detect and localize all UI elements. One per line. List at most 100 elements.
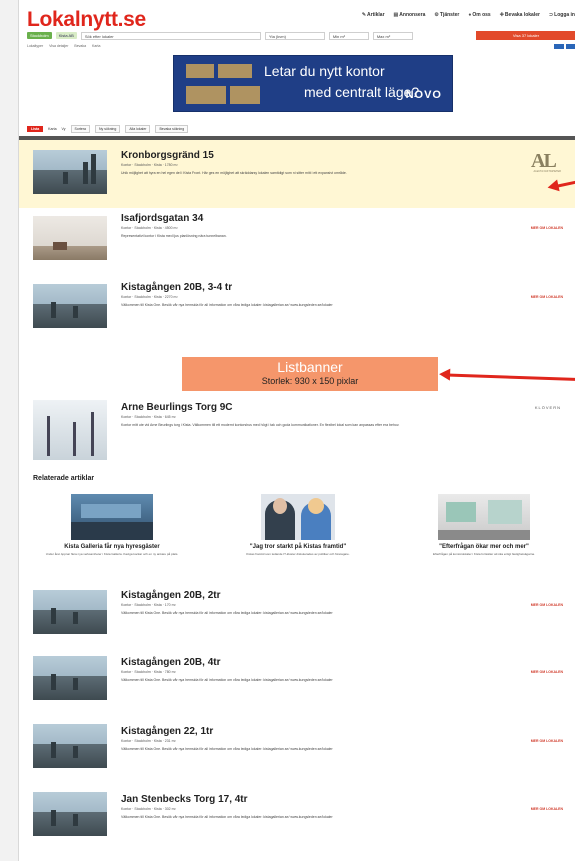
search-button[interactable]: Visa 37 lokaler [476,31,575,40]
related-articles-heading: Relaterade artiklar [33,475,95,482]
listing-title[interactable]: Jan Stenbecks Torg 17, 4tr [121,794,248,805]
listing-thumbnail [33,150,107,194]
listing-description: Välkommen till Kista One. Besök vår nya … [121,611,333,615]
language-flags [554,44,575,49]
search-tag-city[interactable]: Stockholm [27,32,52,39]
listing-description: Välkommen till Kista One. Besök vår nya … [121,747,333,751]
nav-item-about[interactable]: ●Om oss [468,12,490,18]
listing-title[interactable]: Kistagången 22, 1tr [121,726,213,737]
more-info-link[interactable]: MER OM LOKALEN [531,807,563,811]
listing-thumbnail [33,284,107,328]
more-info-link[interactable]: MER OM LOKALEN [531,226,563,230]
related-article-title[interactable]: "Efterfrågan ökar mer och mer" [399,544,569,550]
nav-item-articles[interactable]: ✎Artiklar [362,12,385,18]
listing-meta: Kontor · Stockholm · Kista · 1780 m² [121,163,178,167]
max-size-field[interactable]: Max m² [372,31,413,40]
related-article-title[interactable]: Kista Galleria får nya hyresgäster [27,544,197,550]
listing-thumbnail [33,724,107,768]
nav-item-watch[interactable]: ✚Bevaka lokaler [500,12,540,18]
list-view-button[interactable]: Lista [27,125,44,132]
ad-headline: Letar du nytt kontor [264,63,385,79]
watch-search-button[interactable]: Bevaka sökning [155,124,189,133]
ad-subheadline: med centralt läge? [304,84,420,100]
sub-nav: Lokaltyper Visa detaljer Bevaka Karta [27,44,575,49]
more-info-link[interactable]: MER OM LOKALEN [531,670,563,674]
new-search-button[interactable]: Ny sökning [95,124,121,133]
nav-item-advertise[interactable]: ▤Annonsera [394,12,426,18]
listing-title[interactable]: Kistagången 20B, 2tr [121,590,220,601]
related-article-excerpt: Under året öppnar flera nya verksamheter… [45,552,179,556]
listing-description: Kontor mitt ute vid Arne Beurlings torg … [121,423,400,427]
listing-meta: Kontor · Stockholm · Kista · 645 m² [121,415,176,419]
flag-icon[interactable] [566,44,575,49]
flag-icon[interactable] [554,44,564,49]
related-article-excerpt: Efterfrågan på kontorslokaler i Kista fo… [433,552,535,556]
map-view-button[interactable]: Karta [48,127,56,131]
listing-meta: Kontor · Stockholm · Kista · 231 m² [121,739,176,743]
related-article[interactable]: Kista Galleria får nya hyresgäster Under… [27,494,197,556]
sort-select[interactable]: Sortera [70,124,90,133]
subnav-item[interactable]: Visa detaljer [49,44,68,49]
listing-card[interactable] [19,394,575,464]
annotation-arrow-icon [447,373,575,381]
landlord-logo-subtitle: ALECTA FASTIGHETER [533,170,561,173]
top-nav: ✎Artiklar ▤Annonsera ⚙Tjänster ●Om oss ✚… [362,12,575,18]
related-article-excerpt: Kistas framtid som ledande IT-kluster di… [246,552,350,556]
listing-title[interactable]: Kistagången 20B, 4tr [121,657,220,668]
all-listings-button[interactable]: Alla lokaler [125,124,151,133]
search-input[interactable]: Sök efter lokaler [80,31,261,40]
related-article[interactable]: "Jag tror starkt på Kistas framtid" Kist… [213,494,383,556]
related-article-title[interactable]: "Jag tror starkt på Kistas framtid" [213,544,383,550]
listing-title[interactable]: Kistagången 20B, 3-4 tr [121,282,232,293]
search-tag-area[interactable]: Kista AB [55,32,77,39]
top-ad-banner[interactable]: Letar du nytt kontor med centralt läge? … [173,55,453,112]
page: Lokalnytt.se ✎Artiklar ▤Annonsera ⚙Tjäns… [18,0,575,861]
listbanner-title: Listbanner [277,359,343,375]
listing-title[interactable]: Kronborgsgränd 15 [121,150,214,161]
listing-meta: Kontor · Stockholm · Kista · 4500 m² [121,226,178,230]
ad-brand: NOVO [405,89,442,101]
view-button[interactable]: Vy [62,127,66,131]
listbanner-placeholder[interactable]: Listbanner Storlek: 930 x 150 pixlar [182,357,438,391]
listing-thumbnail [33,590,107,634]
listing-meta: Kontor · Stockholm · Kista · 170 m² [121,603,176,607]
listing-thumbnail [33,400,107,460]
listing-description: Representativt kontor i Kista med ljus p… [121,234,227,238]
listing-description: Unik möjlighet att hyra en hel egen del … [121,171,347,175]
listing-meta: Kontor · Stockholm · Kista · 780 m² [121,670,176,674]
listing-card[interactable] [19,208,575,272]
more-info-link[interactable]: MER OM LOKALEN [531,295,563,299]
subnav-item[interactable]: Bevaka [74,44,86,49]
ad-image-block [218,64,252,78]
nav-item-login[interactable]: ⊃Logga in [549,12,575,18]
listing-meta: Kontor · Stockholm · Kista · 302 m² [121,807,176,811]
size-select[interactable]: Yta (kvm) [264,31,325,40]
listing-title[interactable]: Isafjordsgatan 34 [121,213,203,224]
listing-description: Välkommen till Kista One. Besök vår nya … [121,303,333,307]
results-toolbar: Lista Karta Vy Sortera Ny sökning Alla l… [19,124,575,133]
ad-image-block [186,64,214,78]
ad-image-block [186,86,226,104]
related-article-image [261,494,335,540]
listing-description: Välkommen till Kista One. Besök vår nya … [121,815,333,819]
min-size-field[interactable]: Min m² [328,31,369,40]
subnav-item[interactable]: Lokaltyper [27,44,43,49]
related-article-image [71,494,153,540]
site-logo[interactable]: Lokalnytt.se [27,8,146,32]
listing-thumbnail [33,656,107,700]
listing-card[interactable] [19,276,575,340]
landlord-logo[interactable]: KLÖVERN [535,405,561,410]
more-info-link[interactable]: MER OM LOKALEN [531,603,563,607]
related-article[interactable]: "Efterfrågan ökar mer och mer" Efterfråg… [399,494,569,556]
search-bar: Stockholm Kista AB Sök efter lokaler Yta… [27,31,575,40]
listing-title[interactable]: Arne Beurlings Torg 9C [121,402,233,413]
subnav-item[interactable]: Karta [92,44,100,49]
landlord-logo[interactable]: AL [531,150,557,172]
related-article-image [438,494,530,540]
listing-thumbnail [33,792,107,836]
ad-image-block [230,86,260,104]
listing-thumbnail [33,216,107,260]
more-info-link[interactable]: MER OM LOKALEN [531,739,563,743]
nav-item-services[interactable]: ⚙Tjänster [434,12,459,18]
listing-description: Välkommen till Kista One. Besök vår nya … [121,678,333,682]
